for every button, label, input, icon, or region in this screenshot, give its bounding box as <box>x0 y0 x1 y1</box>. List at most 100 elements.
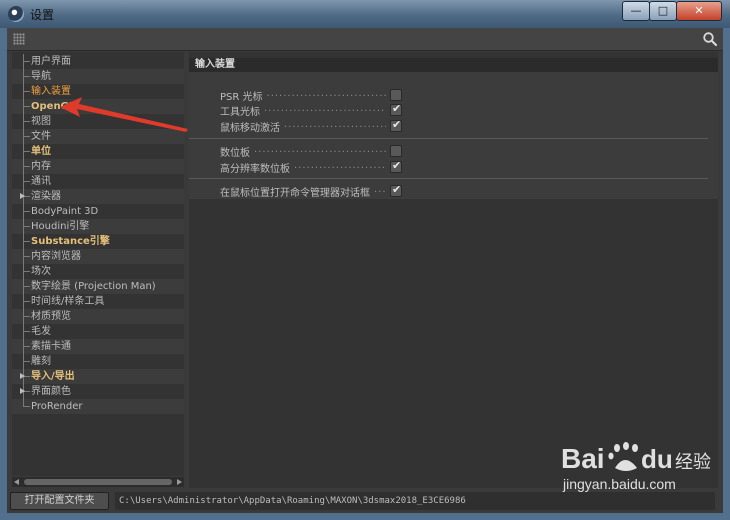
checkmark-icon: ✔ <box>392 183 402 196</box>
option-checkbox[interactable] <box>390 89 402 101</box>
tree-item-label: 时间线/样条工具 <box>31 296 105 307</box>
minimize-button[interactable]: — <box>622 1 650 21</box>
tree-line <box>23 211 30 212</box>
tree-line <box>23 151 30 152</box>
search-icon[interactable] <box>702 31 718 47</box>
dot-leader: ........................................… <box>254 144 386 155</box>
tree-item-label: 材质预览 <box>31 311 71 322</box>
settings-tree: 用户界面导航输入装置 OpenGL 视图文件单位内存通讯渲染器 BodyPaint 3… <box>12 52 184 476</box>
dot-leader: ........................................… <box>266 88 386 99</box>
tree-line <box>23 226 30 227</box>
tree-item-label: 单位 <box>31 146 51 157</box>
expand-arrow-icon[interactable] <box>20 193 25 199</box>
separator <box>189 138 708 139</box>
checkmark-icon: ✔ <box>392 102 402 115</box>
tree-item-label: 文件 <box>31 131 51 142</box>
checkmark-icon: ✔ <box>392 159 402 172</box>
dot-leader: ........................................… <box>264 103 386 114</box>
option-label: 鼠标移动激活 <box>220 123 280 134</box>
tree-item[interactable]: 数字绘景 (Projection Man) <box>12 279 184 294</box>
tree-item[interactable]: 用户界面 <box>12 54 184 69</box>
tree-item[interactable]: 界面颜色 <box>12 384 184 399</box>
dot-leader: ........................................… <box>284 119 386 130</box>
tree-item[interactable]: 导航 <box>12 69 184 84</box>
tree-item[interactable]: 素描卡通 <box>12 339 184 354</box>
scroll-thumb[interactable] <box>24 479 172 485</box>
scroll-right-icon[interactable] <box>177 479 182 485</box>
tree-item[interactable]: Substance引擎 <box>12 234 184 249</box>
tree-item-label: 毛发 <box>31 326 51 337</box>
tree-item-label: 渲染器 <box>31 191 61 202</box>
app-icon <box>8 6 24 22</box>
tree-line <box>23 106 30 107</box>
tree-item[interactable]: 通讯 <box>12 174 184 189</box>
maximize-button[interactable]: □ <box>649 1 677 21</box>
option-checkbox[interactable] <box>390 145 402 157</box>
tree-item[interactable]: 单位 <box>12 144 184 159</box>
tree-item-label: 素描卡通 <box>31 341 71 352</box>
expand-arrow-icon[interactable] <box>20 388 25 394</box>
tree-item-label: 通讯 <box>31 176 51 187</box>
tree-item[interactable]: OpenGL <box>12 99 184 114</box>
tree-line <box>23 181 30 182</box>
tree-item[interactable]: 材质预览 <box>12 309 184 324</box>
tree-item-label: 场次 <box>31 266 51 277</box>
tree-item-label: 视图 <box>31 116 51 127</box>
option-checkbox[interactable]: ✔ <box>390 183 402 197</box>
tree-item[interactable]: 文件 <box>12 129 184 144</box>
tree-item-label: 输入装置 <box>31 86 71 97</box>
option-checkbox[interactable]: ✔ <box>390 159 402 173</box>
tree-item[interactable]: 场次 <box>12 264 184 279</box>
tree-item-label: 内存 <box>31 161 51 172</box>
option-checkbox[interactable]: ✔ <box>390 118 402 132</box>
settings-content: 输入装置 PSR 光标 工具光标 ✔ 鼠标移动激活 ✔ 数位板 高分辨率数位板 ✔ 在鼠标位置打… <box>189 52 718 488</box>
close-button[interactable]: ✕ <box>676 1 722 21</box>
option-checkbox[interactable]: ✔ <box>390 102 402 116</box>
tree-item[interactable]: BodyPaint 3D <box>12 204 184 219</box>
tree-line <box>23 241 30 242</box>
tree-item-label: 导航 <box>31 71 51 82</box>
option-label: 在鼠标位置打开命令管理器对话框 <box>220 188 370 199</box>
tree-item[interactable]: 毛发 <box>12 324 184 339</box>
window-title: 设置 <box>30 8 55 22</box>
tree-item[interactable]: 渲染器 <box>12 189 184 204</box>
tree-line <box>23 316 30 317</box>
tree-item-label: 导入/导出 <box>31 371 75 382</box>
tree-line <box>23 286 30 287</box>
config-path: C:\Users\Administrator\AppData\Roaming\M… <box>115 492 715 510</box>
option-label: 高分辨率数位板 <box>220 164 290 175</box>
tree-line <box>23 76 30 77</box>
tree-item-label: ProRender <box>31 401 83 412</box>
tree-line <box>23 361 30 362</box>
tree-item[interactable]: 视图 <box>12 114 184 129</box>
section-title: 输入装置 <box>189 58 718 72</box>
tree-line <box>23 406 30 407</box>
tree-item[interactable]: 内容浏览器 <box>12 249 184 264</box>
tree-line <box>23 346 30 347</box>
tree-item[interactable]: ProRender <box>12 399 184 414</box>
tree-line <box>23 301 30 302</box>
tree-horizontal-scrollbar[interactable] <box>12 477 184 487</box>
bottom-bar: 打开配置文件夹 C:\Users\Administrator\AppData\R… <box>7 490 723 512</box>
tree-item-label: BodyPaint 3D <box>31 206 99 217</box>
expand-arrow-icon[interactable] <box>20 373 25 379</box>
option-label: PSR 光标 <box>220 92 263 103</box>
tree-line <box>23 136 30 137</box>
dot-leader: ........................................… <box>374 184 386 195</box>
tree-item[interactable]: 时间线/样条工具 <box>12 294 184 309</box>
scroll-left-icon[interactable] <box>14 479 19 485</box>
open-config-folder-button[interactable]: 打开配置文件夹 <box>10 492 109 510</box>
tree-item[interactable]: 内存 <box>12 159 184 174</box>
checkmark-icon: ✔ <box>392 118 402 131</box>
grip-icon[interactable] <box>13 33 25 45</box>
tree-item-label: 内容浏览器 <box>31 251 81 262</box>
tree-item-label: 界面颜色 <box>31 386 71 397</box>
tree-item-label: 数字绘景 (Projection Man) <box>31 281 156 292</box>
tree-item[interactable]: Houdini引擎 <box>12 219 184 234</box>
tree-item[interactable]: 导入/导出 <box>12 369 184 384</box>
tree-item[interactable]: 输入装置 <box>12 84 184 99</box>
tree-item[interactable]: 雕刻 <box>12 354 184 369</box>
tree-line <box>23 271 30 272</box>
tree-line <box>23 121 30 122</box>
tree-line <box>23 91 30 92</box>
